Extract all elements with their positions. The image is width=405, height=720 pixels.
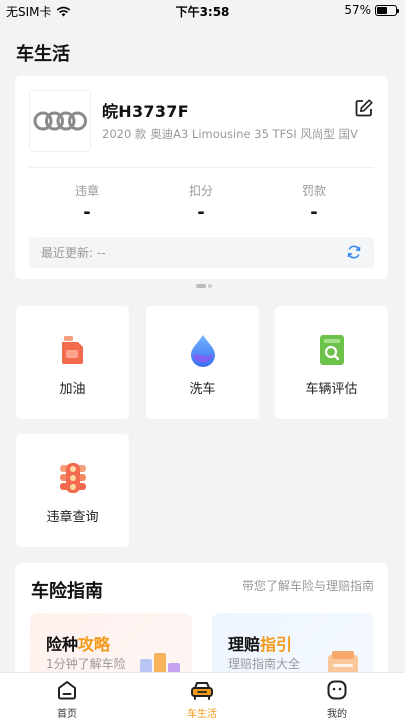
card-desc: 理赔指南大全	[228, 657, 301, 671]
car-model: 2020 款 奥迪A3 Limousine 35 TFSI 风尚型 国V	[102, 127, 358, 141]
tab-car-life[interactable]: 车生活	[162, 679, 242, 720]
last-update-text: 最近更新: --	[41, 246, 106, 260]
service-label: 车辆评估	[305, 382, 358, 397]
stat-label: 罚款	[301, 184, 326, 198]
carousel-indicator	[196, 284, 212, 288]
card-title-b: 指引	[260, 635, 293, 654]
card-title: 理赔指引	[228, 631, 292, 655]
edit-icon[interactable]	[354, 98, 374, 118]
tab-bar: 首页 车生活 我的	[0, 672, 405, 720]
license-plate: 皖H3737F	[102, 102, 189, 121]
card-title-b: 攻略	[78, 635, 111, 654]
stat-value: -	[83, 202, 91, 223]
status-bar: 无SIM卡 下午3:58 57%	[0, 0, 405, 20]
profile-icon	[327, 680, 347, 700]
service-fuel[interactable]: 加油	[16, 306, 129, 419]
battery-level	[377, 6, 387, 14]
page-title: 车生活	[16, 44, 70, 65]
card-title: 险种攻略	[46, 631, 110, 655]
divider	[29, 167, 374, 168]
service-label: 违章查询	[46, 510, 99, 525]
service-evaluation[interactable]: 车辆评估	[275, 306, 388, 419]
points-stat[interactable]: 扣分 -	[151, 182, 251, 223]
tab-label: 首页	[57, 709, 77, 720]
card-title-a: 理赔	[228, 635, 261, 654]
audi-rings-icon	[29, 90, 91, 152]
stat-label: 违章	[74, 184, 99, 198]
service-car-wash[interactable]: 洗车	[146, 306, 259, 419]
car-card[interactable]: 皖H3737F 2020 款 奥迪A3 Limousine 35 TFSI 风尚…	[15, 76, 388, 279]
tab-home[interactable]: 首页	[27, 679, 107, 720]
battery-percent: 57%	[344, 3, 371, 17]
car-icon	[191, 682, 213, 700]
stat-value: -	[197, 202, 205, 223]
water-drop-icon	[190, 335, 215, 367]
tab-label: 车生活	[187, 709, 217, 720]
home-icon	[58, 681, 76, 700]
stat-label: 扣分	[188, 184, 213, 198]
refresh-icon[interactable]	[346, 244, 362, 260]
service-violation-query[interactable]: 违章查询	[16, 434, 129, 547]
card-desc: 1分钟了解车险	[46, 657, 126, 671]
evaluation-icon	[319, 335, 344, 365]
battery-icon	[375, 4, 399, 16]
service-label: 加油	[59, 382, 86, 397]
guide-subtitle[interactable]: 带您了解车险与理赔指南	[242, 577, 374, 594]
card-title-a: 险种	[46, 635, 79, 654]
violation-stat[interactable]: 违章 -	[37, 182, 137, 223]
stat-value: -	[310, 202, 318, 223]
guide-title: 车险指南	[31, 581, 103, 602]
last-update-bar: 最近更新: --	[29, 237, 374, 268]
fine-stat[interactable]: 罚款 -	[264, 182, 364, 223]
service-label: 洗车	[189, 382, 216, 397]
tab-mine[interactable]: 我的	[297, 679, 377, 720]
tab-label: 我的	[327, 709, 347, 720]
traffic-light-icon	[59, 463, 86, 493]
fuel-can-icon	[61, 336, 83, 364]
